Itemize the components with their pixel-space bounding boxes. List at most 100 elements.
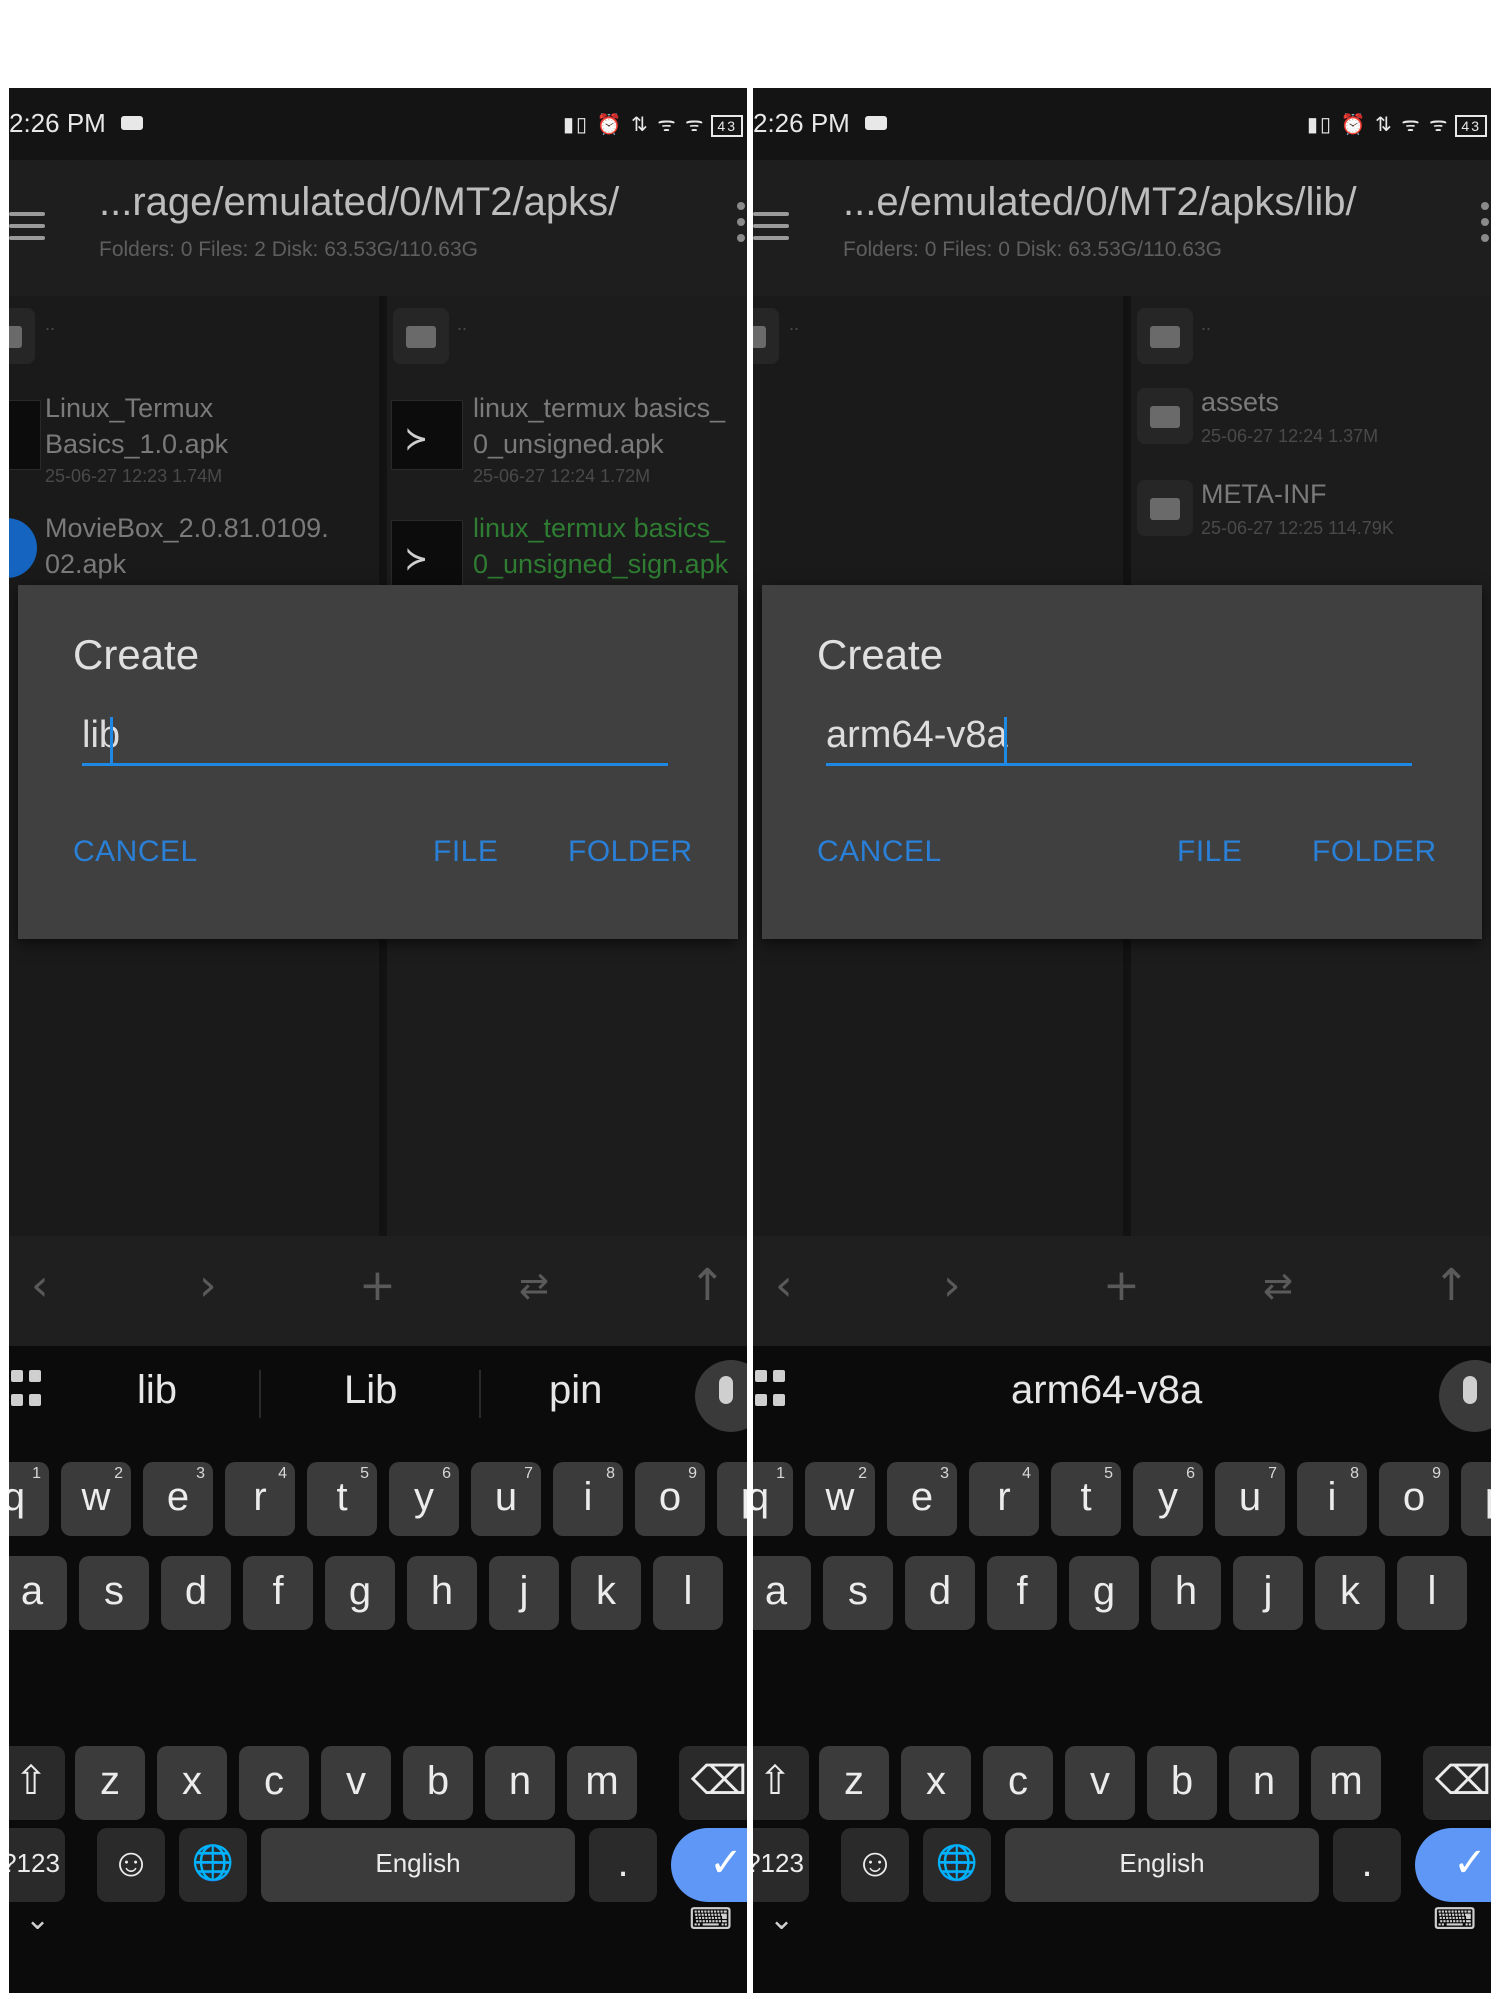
- emoji-key[interactable]: ☺: [841, 1828, 909, 1902]
- key-z[interactable]: z: [819, 1746, 889, 1820]
- swap-icon[interactable]: ⇄: [519, 1266, 549, 1307]
- key-x[interactable]: x: [901, 1746, 971, 1820]
- add-icon[interactable]: +: [1103, 1260, 1140, 1311]
- suggestion[interactable]: lib: [137, 1368, 177, 1413]
- key-z[interactable]: z: [75, 1746, 145, 1820]
- key-w[interactable]: w2: [61, 1462, 131, 1536]
- file-row[interactable]: ≻ linux_termux basics_ 0_unsigned_sign.a…: [387, 506, 747, 590]
- keyboard-switch-icon[interactable]: ⌨: [689, 1902, 732, 1937]
- key-y[interactable]: y6: [1133, 1462, 1203, 1536]
- cancel-button[interactable]: CANCEL: [73, 835, 198, 869]
- space-key[interactable]: English: [1005, 1828, 1319, 1902]
- menu-icon[interactable]: [753, 212, 789, 240]
- key-p[interactable]: p0: [717, 1462, 747, 1536]
- collapse-keyboard-icon[interactable]: ⌄: [25, 1902, 50, 1937]
- key-t[interactable]: t5: [1051, 1462, 1121, 1536]
- enter-key[interactable]: ✓: [671, 1828, 747, 1902]
- key-e[interactable]: e3: [143, 1462, 213, 1536]
- keyboard-switch-icon[interactable]: ⌨: [1433, 1902, 1476, 1937]
- folder-row[interactable]: assets 25-06-27 12:24 1.37M: [1131, 378, 1491, 464]
- period-key[interactable]: .: [589, 1828, 657, 1902]
- swap-icon[interactable]: ⇄: [1263, 1266, 1293, 1307]
- mic-icon[interactable]: [695, 1360, 747, 1432]
- key-l[interactable]: l: [653, 1556, 723, 1630]
- key-u[interactable]: u7: [1215, 1462, 1285, 1536]
- backspace-key[interactable]: ⌫: [679, 1746, 747, 1820]
- key-b[interactable]: b: [1147, 1746, 1217, 1820]
- key-i[interactable]: i8: [1297, 1462, 1367, 1536]
- key-x[interactable]: x: [157, 1746, 227, 1820]
- key-j[interactable]: j: [489, 1556, 559, 1630]
- back-arrow-icon[interactable]: ‹: [31, 1260, 49, 1311]
- file-row[interactable]: MovieBox_2.0.81.0109. 02.apk: [9, 506, 379, 586]
- menu-icon[interactable]: [9, 212, 45, 240]
- cancel-button[interactable]: CANCEL: [817, 835, 942, 869]
- folder-button[interactable]: FOLDER: [1312, 835, 1437, 869]
- key-d[interactable]: d: [161, 1556, 231, 1630]
- key-a[interactable]: a: [9, 1556, 67, 1630]
- key-v[interactable]: v: [1065, 1746, 1135, 1820]
- apps-grid-icon[interactable]: [11, 1370, 41, 1414]
- globe-key[interactable]: 🌐: [179, 1828, 247, 1902]
- key-a[interactable]: a: [753, 1556, 811, 1630]
- up-arrow-icon[interactable]: ↑: [1433, 1260, 1470, 1311]
- file-button[interactable]: FILE: [433, 835, 498, 869]
- name-input[interactable]: [82, 708, 668, 766]
- key-d[interactable]: d: [905, 1556, 975, 1630]
- key-r[interactable]: r4: [969, 1462, 1039, 1536]
- backspace-key[interactable]: ⌫: [1423, 1746, 1491, 1820]
- key-g[interactable]: g: [325, 1556, 395, 1630]
- key-c[interactable]: c: [983, 1746, 1053, 1820]
- up-arrow-icon[interactable]: ↑: [689, 1260, 726, 1311]
- collapse-keyboard-icon[interactable]: ⌄: [769, 1902, 794, 1937]
- key-i[interactable]: i8: [553, 1462, 623, 1536]
- more-options-icon[interactable]: [1481, 202, 1489, 242]
- key-m[interactable]: m: [1311, 1746, 1381, 1820]
- parent-dir-row[interactable]: ..: [1131, 296, 1491, 366]
- key-m[interactable]: m: [567, 1746, 637, 1820]
- key-l[interactable]: l: [1397, 1556, 1467, 1630]
- enter-key[interactable]: ✓: [1415, 1828, 1491, 1902]
- key-j[interactable]: j: [1233, 1556, 1303, 1630]
- suggestion[interactable]: pin: [549, 1368, 602, 1413]
- key-o[interactable]: o9: [635, 1462, 705, 1536]
- file-row[interactable]: ≡ Linux_Termux Basics_1.0.apk 25-06-27 1…: [9, 386, 379, 486]
- key-n[interactable]: n: [1229, 1746, 1299, 1820]
- key-f[interactable]: f: [987, 1556, 1057, 1630]
- file-row[interactable]: ≻ linux_termux basics_ 0_unsigned.apk 25…: [387, 386, 747, 486]
- key-s[interactable]: s: [823, 1556, 893, 1630]
- suggestion[interactable]: Lib: [344, 1368, 397, 1413]
- key-t[interactable]: t5: [307, 1462, 377, 1536]
- key-o[interactable]: o9: [1379, 1462, 1449, 1536]
- folder-row[interactable]: META-INF 25-06-27 12:25 114.79K: [1131, 470, 1491, 556]
- globe-key[interactable]: 🌐: [923, 1828, 991, 1902]
- file-button[interactable]: FILE: [1177, 835, 1242, 869]
- parent-dir-row[interactable]: ..: [753, 296, 1123, 366]
- add-icon[interactable]: +: [359, 1260, 396, 1311]
- key-r[interactable]: r4: [225, 1462, 295, 1536]
- key-h[interactable]: h: [1151, 1556, 1221, 1630]
- key-g[interactable]: g: [1069, 1556, 1139, 1630]
- shift-key[interactable]: ⇧: [9, 1746, 65, 1820]
- name-input[interactable]: [826, 708, 1412, 766]
- key-b[interactable]: b: [403, 1746, 473, 1820]
- numbers-key[interactable]: ?123: [753, 1828, 809, 1902]
- key-q[interactable]: q1: [753, 1462, 793, 1536]
- key-s[interactable]: s: [79, 1556, 149, 1630]
- key-e[interactable]: e3: [887, 1462, 957, 1536]
- key-k[interactable]: k: [1315, 1556, 1385, 1630]
- more-options-icon[interactable]: [737, 202, 745, 242]
- key-f[interactable]: f: [243, 1556, 313, 1630]
- key-n[interactable]: n: [485, 1746, 555, 1820]
- key-h[interactable]: h: [407, 1556, 477, 1630]
- forward-arrow-icon[interactable]: ›: [943, 1260, 961, 1311]
- key-c[interactable]: c: [239, 1746, 309, 1820]
- parent-dir-row[interactable]: ..: [387, 296, 747, 366]
- key-k[interactable]: k: [571, 1556, 641, 1630]
- key-u[interactable]: u7: [471, 1462, 541, 1536]
- shift-key[interactable]: ⇧: [753, 1746, 809, 1820]
- key-w[interactable]: w2: [805, 1462, 875, 1536]
- period-key[interactable]: .: [1333, 1828, 1401, 1902]
- parent-dir-row[interactable]: ..: [9, 296, 379, 366]
- forward-arrow-icon[interactable]: ›: [199, 1260, 217, 1311]
